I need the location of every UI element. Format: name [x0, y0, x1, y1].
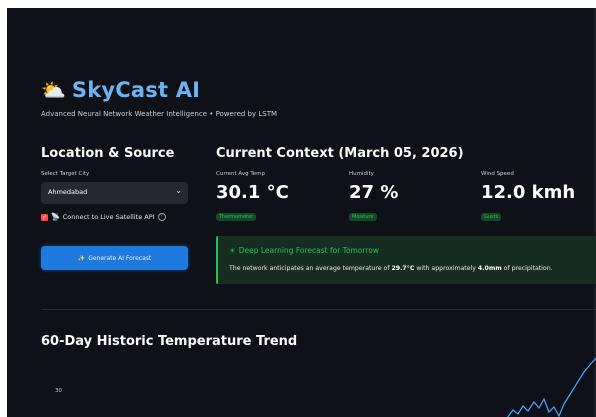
temperature-trend-line: [507, 357, 596, 417]
app-window: ⛅ SkyCast AI Advanced Neural Network Wea…: [7, 8, 596, 417]
temperature-trend-chart: [507, 357, 596, 417]
